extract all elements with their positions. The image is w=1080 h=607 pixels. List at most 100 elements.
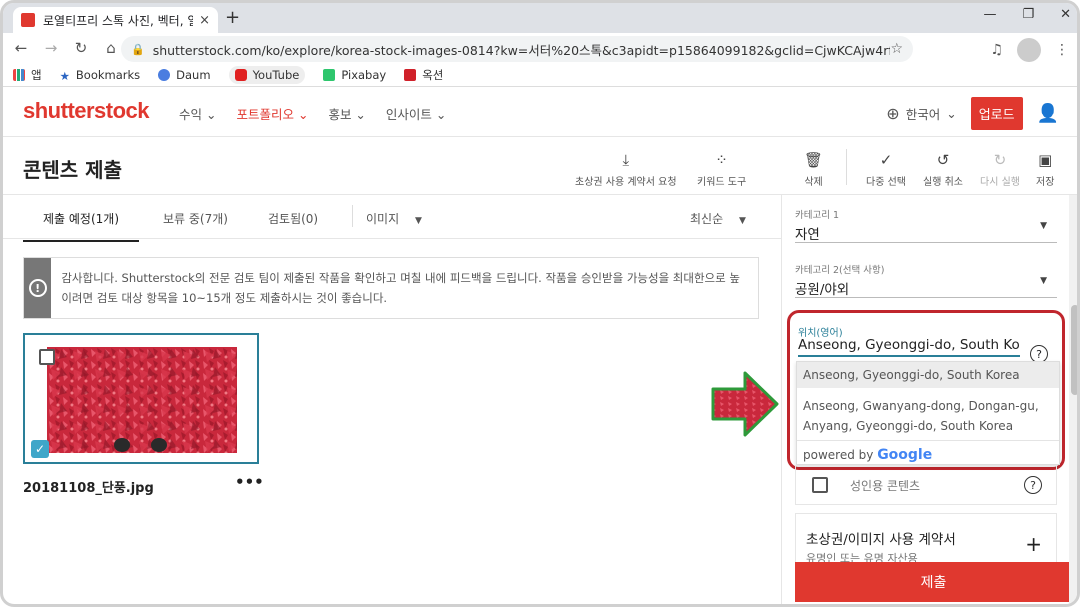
new-tab-icon[interactable]: + xyxy=(225,7,240,28)
media-type-dropdown[interactable]: 이미지 ▼ xyxy=(366,210,422,227)
save-icon: ▣ xyxy=(1038,151,1053,169)
tab-strip: 로열티프리 스톡 사진, 벡터, 일러 × + — ❐ ✕ xyxy=(3,3,1077,33)
minimize-icon[interactable]: — xyxy=(983,7,996,22)
release-title: 초상권/이미지 사용 계약서 xyxy=(806,532,956,548)
bookmark-pixabay[interactable]: Pixabay xyxy=(323,68,386,82)
language-label: 한국어 xyxy=(905,107,941,122)
green-arrow-icon xyxy=(711,371,779,437)
notice-text: 감사합니다. Shutterstock의 전문 검토 팀이 제출된 작품을 확인… xyxy=(61,271,740,306)
caret-down-icon: ▼ xyxy=(414,216,422,226)
submit-button[interactable]: 제출 xyxy=(795,562,1072,602)
category1-value: 자연 xyxy=(795,227,820,243)
auction-icon xyxy=(404,68,417,81)
shutterstock-favicon-icon xyxy=(21,13,35,27)
adult-content-option[interactable]: 성인용 콘텐츠 ? xyxy=(795,465,1057,505)
back-icon[interactable]: ← xyxy=(9,39,33,57)
sort-dropdown[interactable]: 최신순 ▼ xyxy=(690,210,746,227)
user-icon[interactable]: 👤 xyxy=(1037,103,1059,124)
file-name: 20181108_단풍.jpg xyxy=(23,481,154,496)
restore-icon[interactable]: ❐ xyxy=(1022,7,1034,22)
image-card[interactable]: ✓ xyxy=(23,333,259,464)
metadata-panel: 카테고리 1 자연 ▼ 카테고리 2(선택 사항) 공원/야외 ▼ 위치(영어)… xyxy=(781,195,1072,604)
action-label: 다중 선택 xyxy=(866,177,906,188)
powered-by-label: powered by xyxy=(803,448,874,462)
autumn-leaves-photo xyxy=(47,347,237,453)
tab-reviewed[interactable]: 검토됨(0) xyxy=(268,210,318,227)
nav-label: 수익 xyxy=(179,107,203,122)
nav-label: 포트폴리오 xyxy=(236,107,294,122)
category1-select[interactable]: 카테고리 1 자연 ▼ xyxy=(795,207,1057,243)
scrollbar-thumb[interactable] xyxy=(1071,305,1077,395)
help-icon[interactable]: ? xyxy=(1024,476,1042,494)
release-request-button[interactable]: ⤓ 초상권 사용 계약서 요청 xyxy=(575,151,677,188)
tab-close-icon[interactable]: × xyxy=(199,13,210,28)
caret-down-icon: ▼ xyxy=(1040,276,1047,286)
site-header: shutterstock 수익 ⌄ 포트폴리오 ⌄ 홍보 ⌄ 인사이트 ⌄ ⊕ 한… xyxy=(3,87,1077,137)
adult-checkbox[interactable] xyxy=(812,477,828,493)
bookmark-label: 앱 xyxy=(31,67,42,82)
action-label: 다시 실행 xyxy=(980,177,1020,188)
suggestion-item[interactable]: Anseong, Gwanyang-dong, Dongan-gu, Anyan… xyxy=(797,388,1059,440)
download-icon: ⤓ xyxy=(622,151,630,169)
nav-label: 인사이트 xyxy=(385,107,432,122)
adult-label: 성인용 콘텐츠 xyxy=(850,478,921,493)
browser-toolbar: ← → ↻ ⌂ 🔒 shutterstock.com/ko/explore/ko… xyxy=(3,33,1077,63)
forward-icon[interactable]: → xyxy=(39,39,63,57)
nav-portfolio[interactable]: 포트폴리오 ⌄ xyxy=(236,104,308,123)
select-checkbox[interactable] xyxy=(39,349,55,365)
tab-on-hold[interactable]: 보류 중(7개) xyxy=(163,210,228,227)
action-label: 실행 취소 xyxy=(923,177,963,188)
suggestion-item[interactable]: Anseong, Gyeonggi-do, South Korea xyxy=(797,362,1059,388)
leaves-image xyxy=(47,347,237,453)
location-input[interactable]: Anseong, Gyeonggi-do, South Korea xyxy=(798,337,1020,357)
undo-button[interactable]: ↺ 실행 취소 xyxy=(923,151,963,188)
bookmark-daum[interactable]: Daum xyxy=(158,67,211,82)
category2-select[interactable]: 카테고리 2(선택 사항) 공원/야외 ▼ xyxy=(795,262,1057,298)
bookmark-label: Daum xyxy=(176,67,211,82)
keyword-tool-button[interactable]: ⁘ 키워드 도구 xyxy=(697,151,746,188)
window-close-icon[interactable]: ✕ xyxy=(1060,7,1071,22)
category1-label: 카테고리 1 xyxy=(795,210,840,221)
bookmark-star-icon[interactable]: ☆ xyxy=(890,41,903,57)
nav-promote[interactable]: 홍보 ⌄ xyxy=(328,104,365,123)
lock-icon: 🔒 xyxy=(131,42,145,56)
media-control-icon[interactable]: ♫ xyxy=(990,42,1003,58)
bookmark-apps[interactable]: 앱 xyxy=(13,67,42,83)
bookmark-auction[interactable]: 옥션 xyxy=(404,67,443,83)
nav-earnings[interactable]: 수익 ⌄ xyxy=(179,104,216,123)
scrollbar[interactable] xyxy=(1069,195,1077,604)
content-toolbar: 콘텐츠 제출 ⤓ 초상권 사용 계약서 요청 ⁘ 키워드 도구 🗑 삭제 ✓ 다중 선택… xyxy=(3,137,1077,195)
add-icon[interactable]: + xyxy=(1025,532,1042,556)
keyword-grid-icon: ⁘ xyxy=(715,151,728,169)
browser-tab[interactable]: 로열티프리 스톡 사진, 벡터, 일러 × xyxy=(13,7,218,33)
profile-avatar[interactable] xyxy=(1017,38,1041,62)
bookmark-label: Bookmarks xyxy=(75,67,141,82)
bookmark-youtube[interactable]: YouTube xyxy=(228,65,306,84)
bookmark-bookmarks[interactable]: ★ Bookmarks xyxy=(59,67,141,83)
tab-title: 로열티프리 스톡 사진, 벡터, 일러 xyxy=(43,13,194,28)
save-button[interactable]: ▣ 저장 xyxy=(1036,151,1054,188)
reload-icon[interactable]: ↻ xyxy=(69,39,93,57)
tab-pending[interactable]: 제출 예정(1개) xyxy=(22,210,140,242)
multi-select-button[interactable]: ✓ 다중 선택 xyxy=(866,151,906,188)
google-logo: Google xyxy=(877,447,933,463)
upload-button[interactable]: 업로드 xyxy=(970,97,1023,130)
pixabay-icon xyxy=(323,68,336,81)
star-icon: ★ xyxy=(59,68,70,83)
daum-icon xyxy=(158,68,171,81)
bookmark-label: YouTube xyxy=(252,67,300,82)
shutterstock-logo[interactable]: shutterstock xyxy=(23,98,150,124)
more-options-icon[interactable]: ••• xyxy=(235,473,264,491)
delete-button[interactable]: 🗑 삭제 xyxy=(804,151,823,188)
redo-button[interactable]: ↻ 다시 실행 xyxy=(980,151,1020,188)
youtube-icon xyxy=(234,68,247,81)
address-bar[interactable]: 🔒 shutterstock.com/ko/explore/korea-stoc… xyxy=(121,36,913,62)
home-icon[interactable]: ⌂ xyxy=(99,39,123,57)
main-nav: 수익 ⌄ 포트폴리오 ⌄ 홍보 ⌄ 인사이트 ⌄ xyxy=(179,104,446,123)
globe-icon: ⊕ xyxy=(886,104,900,123)
browser-menu-icon[interactable]: ⋮ xyxy=(1055,42,1069,58)
nav-insights[interactable]: 인사이트 ⌄ xyxy=(386,104,446,123)
notice-bar: ! xyxy=(24,258,52,318)
language-selector[interactable]: ⊕ 한국어 ⌄ xyxy=(886,104,956,123)
sort-label: 최신순 xyxy=(690,212,724,226)
